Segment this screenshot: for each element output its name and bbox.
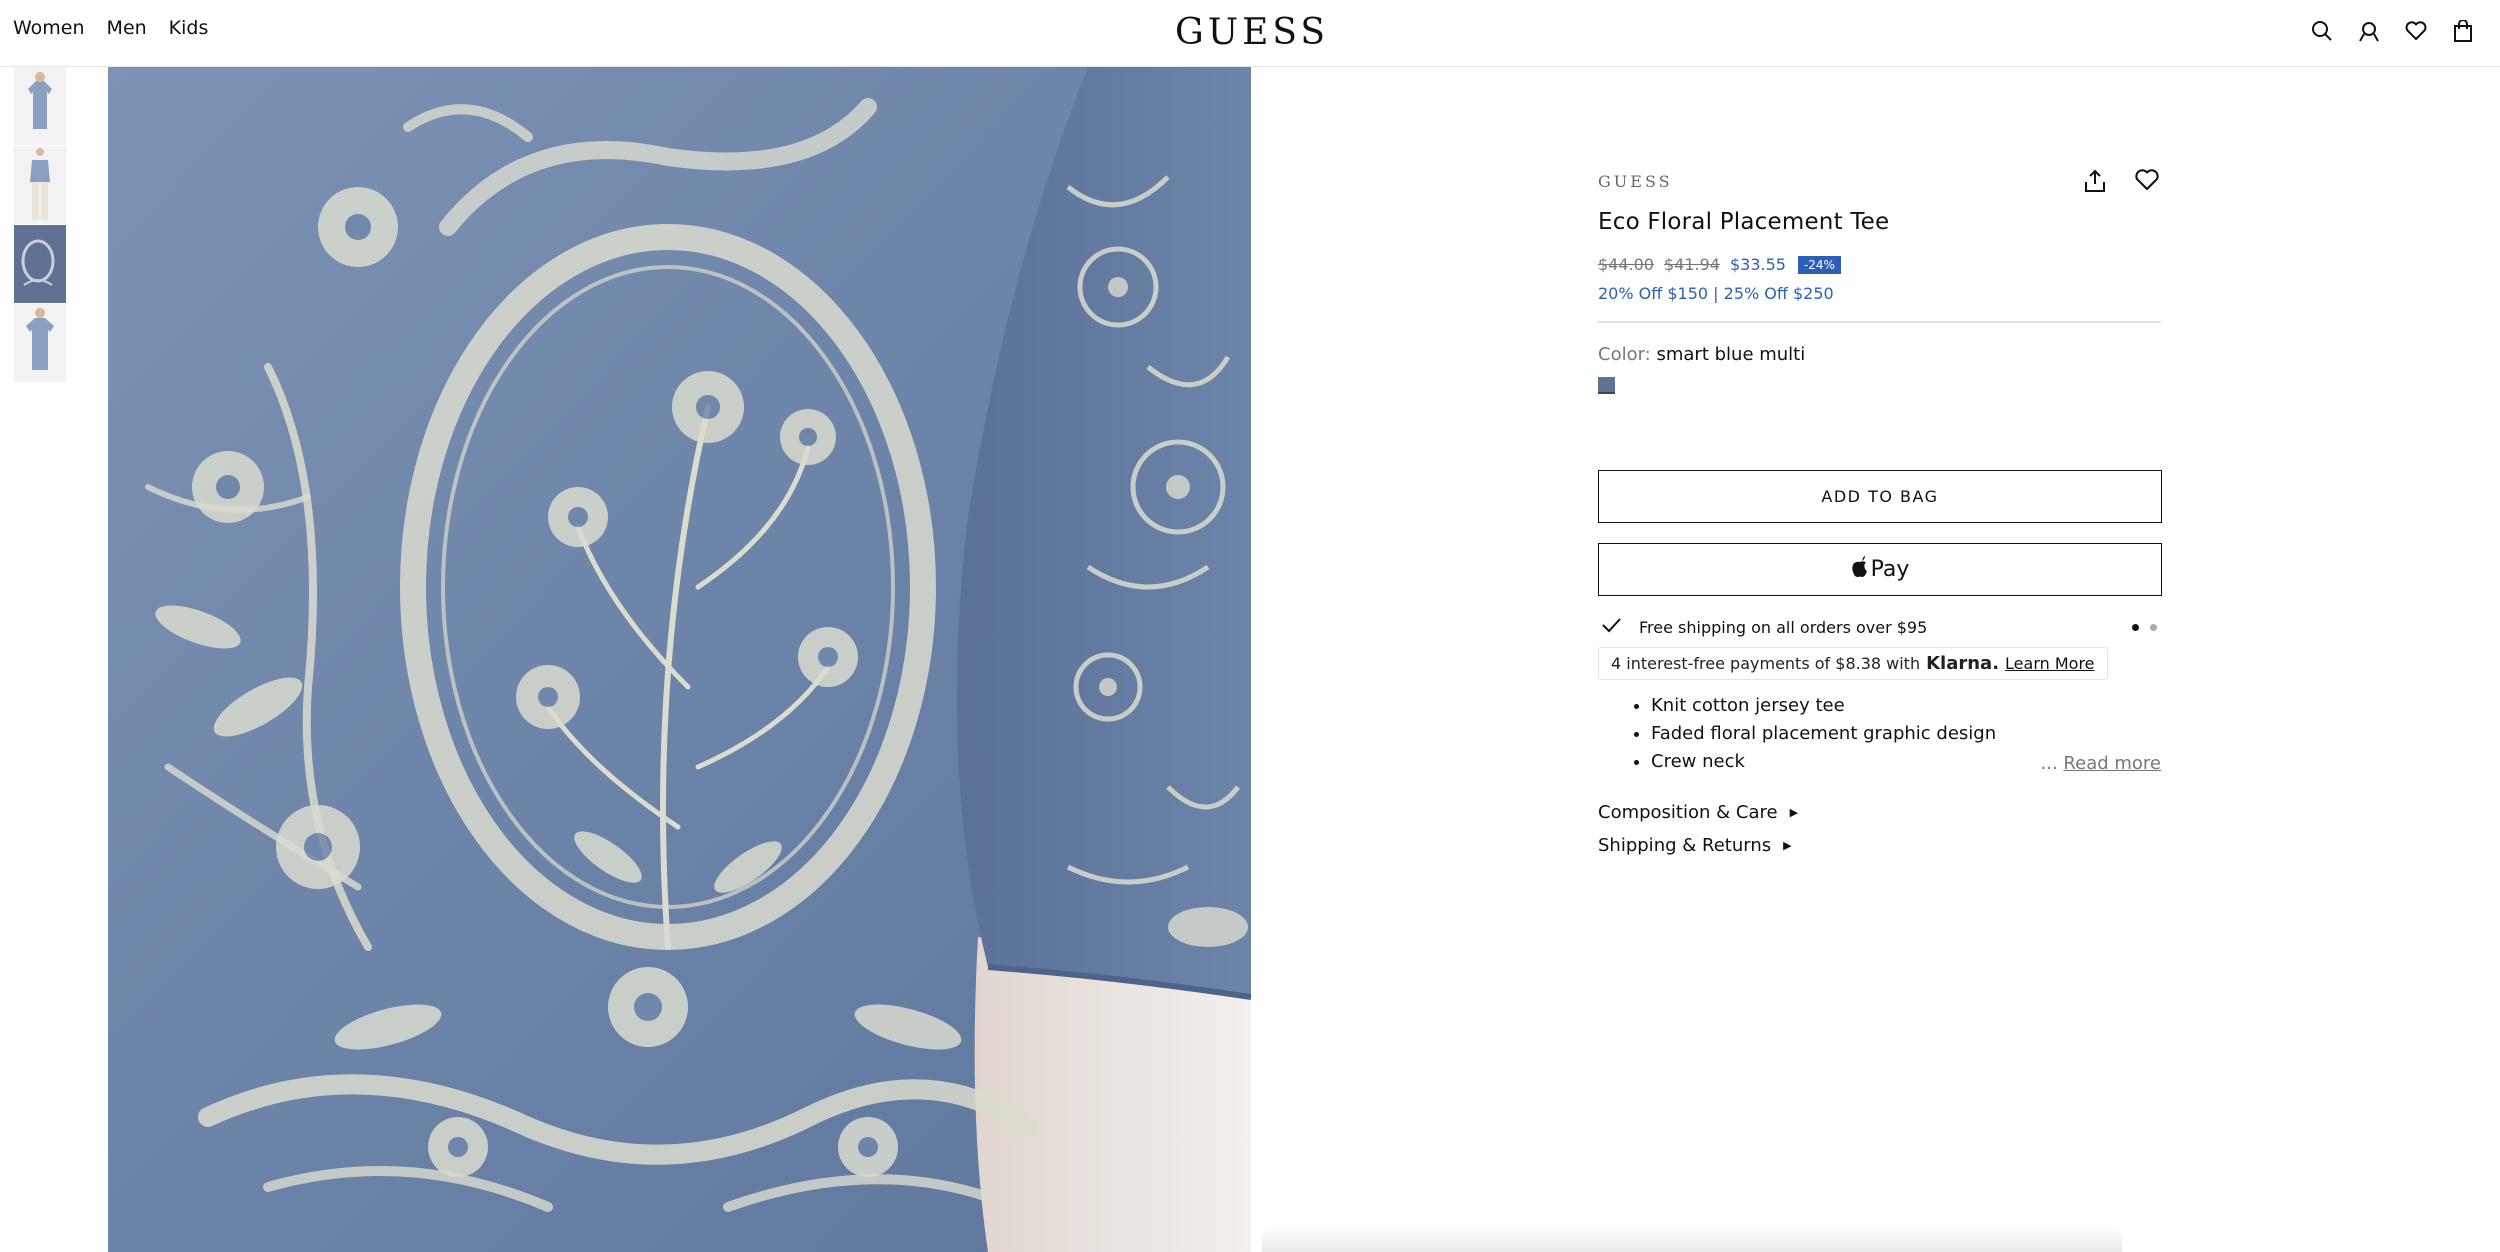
nav-kids[interactable]: Kids bbox=[169, 17, 209, 39]
feature-item: Knit cotton jersey tee bbox=[1651, 692, 2161, 720]
add-to-bag-button[interactable]: ADD TO BAG bbox=[1598, 470, 2162, 523]
thumbnail-2[interactable] bbox=[14, 146, 66, 224]
klarna-text: 4 interest-free payments of $8.38 with bbox=[1611, 654, 1921, 673]
accordion: Composition & Care ▶ Shipping & Returns … bbox=[1598, 796, 2161, 862]
thumbnail-4[interactable] bbox=[14, 304, 66, 382]
read-more-link[interactable]: Read more bbox=[2063, 753, 2161, 774]
nav-women[interactable]: Women bbox=[13, 17, 85, 39]
share-icon[interactable] bbox=[2082, 168, 2110, 196]
check-icon bbox=[1600, 614, 1622, 640]
thumbnail-list bbox=[14, 67, 66, 383]
shipping-text: Free shipping on all orders over $95 bbox=[1639, 618, 1928, 637]
product-title: Eco Floral Placement Tee bbox=[1598, 209, 1890, 235]
search-icon[interactable] bbox=[2309, 16, 2335, 46]
triangle-right-icon: ▶ bbox=[1783, 839, 1792, 852]
price-row: $44.00 $41.94 $33.55 -24% bbox=[1598, 255, 2161, 274]
carousel-dot-2[interactable] bbox=[2150, 624, 2157, 631]
klarna-logo: Klarna. bbox=[1926, 653, 2000, 674]
header-icons bbox=[2309, 16, 2476, 46]
thumbnail-1[interactable] bbox=[14, 67, 66, 145]
apple-pay-button[interactable]: Pay bbox=[1598, 543, 2162, 596]
feature-item: Faded floral placement graphic design bbox=[1651, 720, 2161, 748]
previous-price: $41.94 bbox=[1663, 255, 1720, 274]
carousel-dot-1[interactable] bbox=[2132, 624, 2139, 631]
shipping-banner: Free shipping on all orders over $95 bbox=[1598, 616, 2161, 642]
klarna-learn-more-link[interactable]: Learn More bbox=[2005, 654, 2094, 673]
product-details: GUESS Eco Floral Placement Tee $44.00 $4… bbox=[1598, 160, 2162, 862]
thumbnail-3[interactable] bbox=[14, 225, 66, 303]
apple-pay-label: Pay bbox=[1870, 557, 1910, 582]
ellipsis: ... bbox=[2040, 753, 2058, 774]
wishlist-icon[interactable] bbox=[2403, 16, 2429, 46]
color-row: Color: smart blue multi bbox=[1598, 344, 2161, 365]
color-label: Color: bbox=[1598, 344, 1651, 365]
klarna-banner: 4 interest-free payments of $8.38 with K… bbox=[1598, 647, 2108, 680]
accordion-label: Composition & Care bbox=[1598, 802, 1778, 823]
heart-icon[interactable] bbox=[2134, 168, 2162, 196]
feature-list: Knit cotton jersey tee Faded floral plac… bbox=[1598, 692, 2161, 776]
sale-price: $33.55 bbox=[1729, 255, 1786, 274]
product-image[interactable] bbox=[108, 67, 1251, 1252]
bag-icon[interactable] bbox=[2450, 16, 2476, 46]
read-more: ... Read more bbox=[2041, 753, 2161, 774]
accordion-label: Shipping & Returns bbox=[1598, 835, 1772, 856]
account-icon[interactable] bbox=[2356, 16, 2382, 46]
bottom-drawer-edge bbox=[1262, 1224, 2122, 1252]
brand-name: GUESS bbox=[1598, 172, 1673, 191]
carousel-dots bbox=[2132, 624, 2157, 631]
accordion-composition-care[interactable]: Composition & Care ▶ bbox=[1598, 796, 2161, 829]
color-value: smart blue multi bbox=[1656, 344, 1806, 365]
site-header: Women Men Kids GUESS bbox=[0, 0, 2500, 67]
promo-text: 20% Off $150 | 25% Off $250 bbox=[1598, 284, 2161, 323]
apple-icon bbox=[1851, 555, 1869, 584]
brand-row: GUESS bbox=[1598, 160, 2161, 200]
accordion-shipping-returns[interactable]: Shipping & Returns ▶ bbox=[1598, 829, 2161, 862]
color-swatch[interactable] bbox=[1598, 377, 1615, 394]
triangle-right-icon: ▶ bbox=[1789, 806, 1799, 819]
main-nav: Women Men Kids bbox=[13, 17, 208, 39]
nav-men[interactable]: Men bbox=[107, 17, 147, 39]
discount-badge: -24% bbox=[1797, 255, 1841, 274]
original-price: $44.00 bbox=[1598, 255, 1654, 274]
guess-logo[interactable]: GUESS bbox=[1175, 12, 1329, 53]
